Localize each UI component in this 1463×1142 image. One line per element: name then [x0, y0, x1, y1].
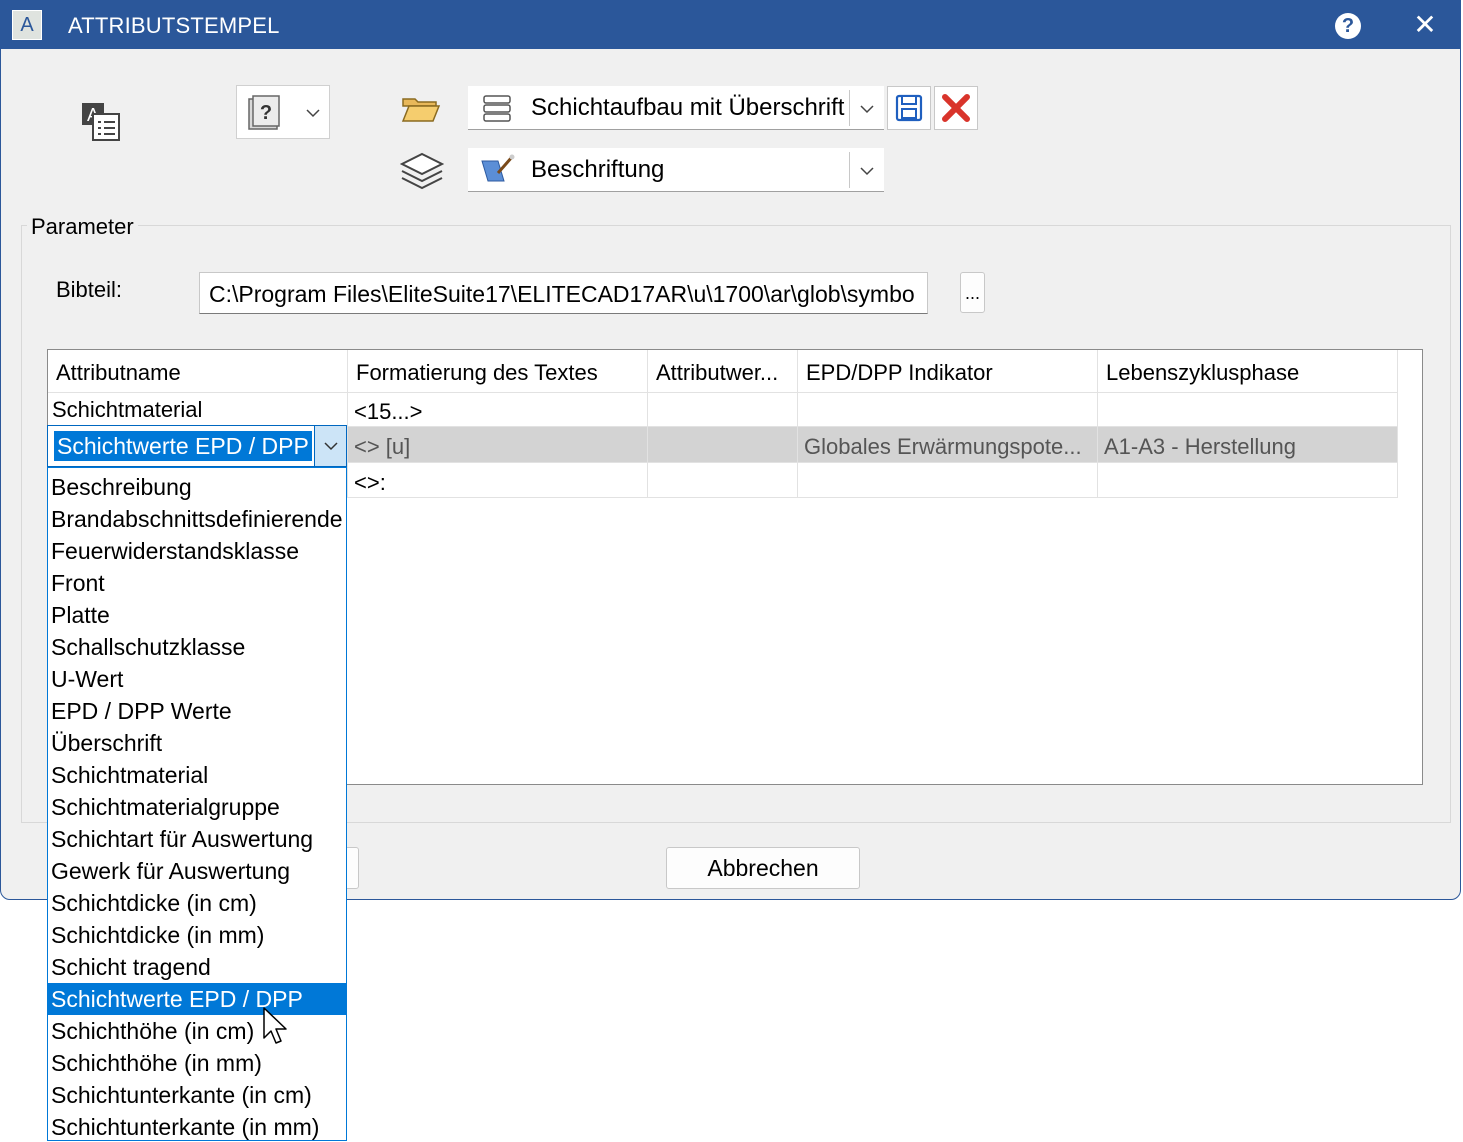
database-icon	[483, 95, 511, 122]
cell-phase[interactable]	[1098, 393, 1398, 427]
cell-format[interactable]: <>:	[348, 463, 648, 498]
cell-indicator[interactable]: Globales Erwärmungspote...	[798, 427, 1098, 463]
dropdown-option[interactable]: Schichthöhe (in cm)	[48, 1015, 346, 1047]
attributname-dropdown-list[interactable]: Beschreibung Brandabschnittsdefinierende…	[47, 467, 347, 1141]
dropdown-option[interactable]: Schichtunterkante (in mm)	[48, 1111, 346, 1140]
column-header-lebenszyklusphase[interactable]: Lebenszyklusphase	[1098, 350, 1398, 393]
bibteil-label: Bibteil:	[56, 277, 123, 302]
cell-value[interactable]	[648, 427, 798, 463]
dropdown-option[interactable]: Platte	[48, 599, 346, 631]
column-header-epd-indikator[interactable]: EPD/DPP Indikator	[798, 350, 1098, 393]
template-select-arrow[interactable]	[849, 90, 884, 126]
cell-format[interactable]: <15...>	[348, 393, 648, 427]
dropdown-option[interactable]: Schichtunterkante (in cm)	[48, 1079, 346, 1111]
column-header-attributwert[interactable]: Attributwer...	[648, 350, 798, 393]
cell-combo-arrow[interactable]	[314, 426, 346, 466]
chevron-down-icon	[860, 105, 874, 114]
svg-text:?: ?	[260, 102, 272, 124]
layers-icon	[399, 152, 445, 197]
save-icon	[895, 94, 923, 122]
help-icon[interactable]: ?	[1335, 13, 1361, 39]
dropdown-option-selected[interactable]: Schichtwerte EPD / DPP	[48, 983, 346, 1015]
dropdown-option[interactable]: Schallschutzklasse	[48, 631, 346, 663]
chevron-down-icon	[306, 109, 320, 118]
dropdown-option[interactable]: Schichtdicke (in mm)	[48, 919, 346, 951]
cancel-button[interactable]: Abbrechen	[666, 847, 860, 889]
mouse-cursor-icon	[262, 1006, 290, 1051]
layer-select-arrow[interactable]	[849, 152, 884, 188]
dropdown-option[interactable]: Brandabschnittsdefinierende	[48, 503, 346, 535]
delete-button[interactable]	[934, 86, 978, 130]
template-select-value: Schichtaufbau mit Überschrift	[531, 94, 845, 121]
column-header-formatierung[interactable]: Formatierung des Textes	[348, 350, 648, 393]
cell-indicator[interactable]	[798, 393, 1098, 427]
template-select[interactable]: Schichtaufbau mit Überschrift	[468, 86, 884, 130]
attributname-cell-combo[interactable]: Schichtwerte EPD / DPP	[47, 425, 347, 467]
layer-select-value: Beschriftung	[531, 156, 665, 183]
dropdown-option[interactable]: Front	[48, 567, 346, 599]
cell-value[interactable]	[648, 393, 798, 427]
title-bar: A ATTRIBUTSTEMPEL ? ✕	[1, 1, 1460, 49]
attribute-stamp-icon: A	[81, 102, 121, 147]
save-button[interactable]	[887, 86, 931, 130]
bibteil-path-input[interactable]: C:\Program Files\EliteSuite17\ELITECAD17…	[199, 272, 928, 314]
cell-indicator[interactable]	[798, 463, 1098, 498]
bibteil-path-value: C:\Program Files\EliteSuite17\ELITECAD17…	[209, 281, 915, 307]
delete-icon	[942, 94, 970, 122]
cell-phase[interactable]: A1-A3 - Herstellung	[1098, 427, 1398, 463]
dropdown-option[interactable]: Gewerk für Auswertung	[48, 855, 346, 887]
style-dropdown[interactable]: ?	[236, 85, 330, 139]
cell-attributname[interactable]: Schichtmaterial	[48, 393, 348, 427]
column-header-attributname[interactable]: Attributname	[48, 350, 348, 393]
dropdown-option[interactable]: Schichtdicke (in cm)	[48, 887, 346, 919]
chevron-down-icon	[324, 442, 338, 451]
dropdown-option[interactable]: U-Wert	[48, 663, 346, 695]
dropdown-option[interactable]: Feuerwiderstandsklasse	[48, 535, 346, 567]
app-icon: A	[12, 10, 42, 40]
layer-select[interactable]: Beschriftung	[468, 148, 884, 192]
dropdown-option[interactable]: Schichtmaterial	[48, 759, 346, 791]
close-icon[interactable]: ✕	[1409, 9, 1441, 41]
cell-phase[interactable]	[1098, 463, 1398, 498]
window-title: ATTRIBUTSTEMPEL	[68, 13, 280, 38]
browse-button[interactable]: ...	[960, 272, 985, 313]
chevron-down-icon	[860, 167, 874, 176]
dropdown-option[interactable]: Schichthöhe (in mm)	[48, 1047, 346, 1079]
dropdown-option[interactable]: Beschreibung	[48, 471, 346, 503]
open-folder-icon[interactable]	[401, 95, 441, 130]
dropdown-option[interactable]: Schichtmaterialgruppe	[48, 791, 346, 823]
help-book-icon: ?	[248, 95, 280, 130]
cell-format[interactable]: <> [u]	[348, 427, 648, 463]
dropdown-option[interactable]: Überschrift	[48, 727, 346, 759]
dropdown-option[interactable]: Schicht tragend	[48, 951, 346, 983]
parameter-group-label: Parameter	[27, 214, 138, 240]
cell-value[interactable]	[648, 463, 798, 498]
layer-style-icon	[481, 154, 515, 182]
dropdown-option[interactable]: Schichtart für Auswertung	[48, 823, 346, 855]
cell-combo-value: Schichtwerte EPD / DPP	[54, 431, 312, 461]
dropdown-option[interactable]: EPD / DPP Werte	[48, 695, 346, 727]
